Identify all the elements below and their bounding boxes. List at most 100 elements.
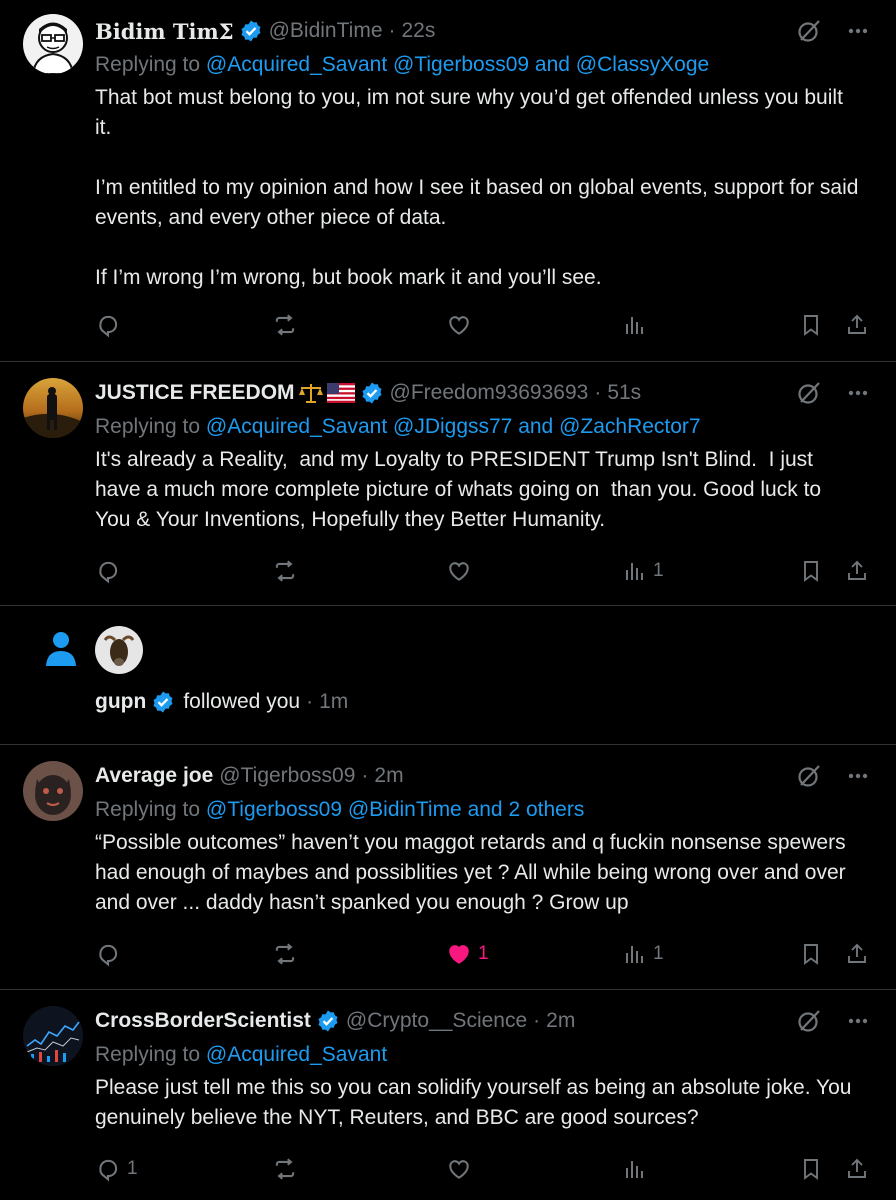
repost-button[interactable] [272, 312, 304, 338]
repost-button[interactable] [272, 1156, 304, 1182]
bookmark-button[interactable] [799, 941, 823, 967]
reply-mentions[interactable]: @Tigerboss09 @BidinTime and 2 others [206, 798, 584, 821]
repost-button[interactable] [272, 941, 304, 967]
us-flag-icon [326, 383, 355, 403]
reply-button[interactable] [95, 558, 127, 584]
timestamp[interactable]: 22s [402, 19, 436, 43]
reply-prefix: Replying to [95, 53, 201, 76]
share-icon [848, 560, 866, 580]
like-button[interactable]: 1 [446, 941, 489, 967]
like-icon [449, 316, 469, 335]
user-handle[interactable]: @Freedom93693693 [390, 381, 589, 405]
action-bar: 1 1 [95, 919, 896, 989]
reply-prefix: Replying to [95, 415, 201, 438]
tweet-text: It's already a Reality, and my Loyalty t… [95, 448, 827, 531]
views-button[interactable] [623, 1156, 653, 1182]
grok-icon[interactable] [796, 1008, 822, 1034]
user-handle[interactable]: @Crypto__Science [346, 1009, 527, 1033]
reply-icon [99, 1159, 118, 1182]
like-button[interactable] [446, 558, 478, 584]
views-icon [626, 317, 643, 334]
bookmark-icon [804, 944, 818, 965]
bookmark-icon [804, 561, 818, 582]
display-name[interactable]: gupn [95, 690, 146, 714]
grok-icon[interactable] [796, 18, 822, 44]
bookmark-button[interactable] [799, 1156, 823, 1182]
tweet-header: CrossBorderScientist @Crypto__Science · … [95, 1002, 880, 1040]
user-handle[interactable]: @BidinTime [269, 19, 383, 43]
grok-icon[interactable] [796, 763, 822, 789]
reply-mentions[interactable]: @Acquired_Savant @JDiggss77 and @ZachRec… [206, 415, 701, 438]
reply-count: 1 [127, 1158, 138, 1179]
reply-context: Replying to @Acquired_Savant @JDiggss77 … [95, 412, 880, 442]
timestamp: 1m [319, 690, 349, 713]
share-button[interactable] [845, 312, 869, 338]
verified-icon [318, 1010, 338, 1032]
like-button[interactable] [446, 312, 478, 338]
share-button[interactable] [845, 558, 869, 584]
share-button[interactable] [845, 1156, 869, 1182]
more-icon[interactable] [848, 773, 868, 779]
tweet-header: JUSTICE FREEDOM @Freedom93693693 · 51s [95, 374, 880, 412]
reply-mentions[interactable]: @Acquired_Savant [206, 1043, 387, 1066]
bookmark-button[interactable] [799, 558, 823, 584]
more-icon[interactable] [848, 390, 868, 396]
timestamp[interactable]: 51s [607, 381, 641, 405]
avatar[interactable] [23, 378, 83, 438]
repost-icon [275, 560, 295, 582]
share-button[interactable] [845, 941, 869, 967]
reply-icon [99, 561, 118, 584]
verified-icon [153, 691, 173, 713]
reply-button[interactable] [95, 312, 127, 338]
views-button[interactable] [623, 312, 653, 338]
display-name[interactable]: Bidim TimΣ [95, 19, 234, 44]
reply-prefix: Replying to [95, 1043, 201, 1066]
views-count: 1 [653, 943, 664, 964]
scales-emoji-icon [298, 382, 324, 404]
like-icon [449, 945, 469, 964]
tweet[interactable]: JUSTICE FREEDOM @Freedom93693693 · 51s R… [0, 362, 896, 606]
display-name[interactable]: JUSTICE FREEDOM [95, 381, 295, 405]
separator-dot: · [533, 1009, 541, 1032]
timestamp[interactable]: 2m [374, 764, 403, 788]
share-icon [848, 1158, 866, 1178]
reply-prefix: Replying to [95, 798, 201, 821]
repost-button[interactable] [272, 558, 304, 584]
bookmark-icon [804, 1159, 818, 1180]
reply-mentions[interactable]: @Acquired_Savant @Tigerboss09 and @Class… [206, 53, 709, 76]
views-button[interactable]: 1 [623, 941, 664, 967]
follow-notification[interactable]: gupn followed you · 1m [0, 606, 896, 745]
tweet[interactable]: Average joe @Tigerboss09 · 2m Replying t… [0, 745, 896, 990]
like-icon [449, 1160, 469, 1179]
reply-button[interactable]: 1 [95, 1156, 138, 1182]
share-icon [848, 314, 866, 334]
avatar[interactable] [23, 1006, 83, 1066]
bookmark-button[interactable] [799, 312, 823, 338]
like-button[interactable] [446, 1156, 478, 1182]
more-icon[interactable] [848, 28, 868, 34]
avatar[interactable] [23, 14, 83, 74]
repost-icon [275, 1158, 295, 1180]
user-handle[interactable]: @Tigerboss09 [219, 764, 355, 788]
separator-dot: · [388, 19, 396, 42]
verified-icon [241, 20, 261, 42]
tweet-text: “Possible outcomes” haven’t you maggot r… [95, 831, 852, 914]
reply-button[interactable] [95, 941, 127, 967]
avatar[interactable] [23, 761, 83, 821]
notification-action: followed you [183, 690, 301, 713]
views-icon [626, 1161, 643, 1178]
views-icon [626, 946, 643, 963]
more-icon[interactable] [848, 1018, 868, 1024]
grok-icon[interactable] [796, 380, 822, 406]
repost-icon [275, 943, 295, 965]
notification-text: gupn followed you · 1m [95, 690, 348, 714]
avatar[interactable] [95, 626, 143, 674]
display-name[interactable]: Average joe [95, 764, 213, 788]
tweet[interactable]: Bidim TimΣ @BidinTime · 22s Replying to … [0, 0, 896, 362]
display-name[interactable]: CrossBorderScientist [95, 1009, 311, 1033]
tweet-text: That bot must belong to you, im not sure… [95, 86, 859, 289]
timestamp[interactable]: 2m [546, 1009, 575, 1033]
tweet-header: Bidim TimΣ @BidinTime · 22s [95, 12, 880, 50]
tweet[interactable]: CrossBorderScientist @Crypto__Science · … [0, 990, 896, 1200]
views-button[interactable]: 1 [623, 558, 664, 584]
